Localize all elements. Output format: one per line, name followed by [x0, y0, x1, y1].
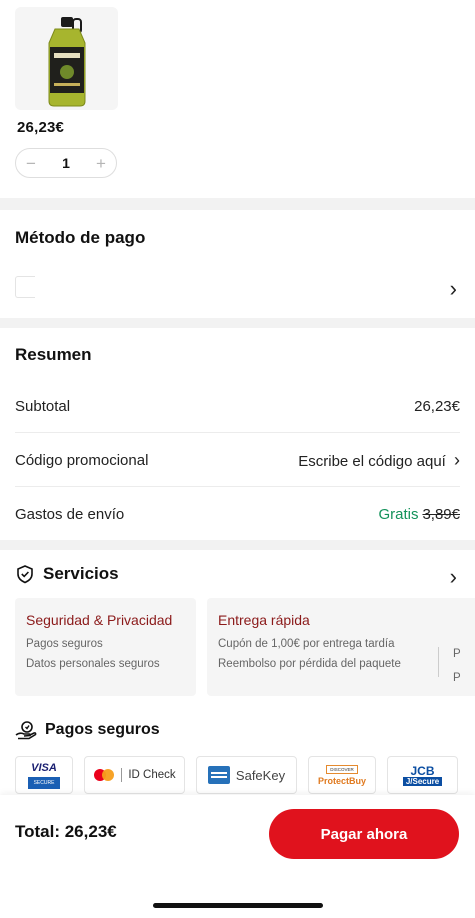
visa-logo-text: VISA	[31, 761, 57, 774]
services-title: Servicios	[43, 564, 119, 583]
quantity-stepper[interactable]: − 1 +	[15, 148, 117, 178]
mastercard-icon	[94, 769, 115, 781]
subtotal-label: Subtotal	[15, 397, 71, 415]
protectbuy-text: ProtectBuy	[317, 775, 366, 786]
visa-secure-badge: VISA SECURE	[15, 756, 73, 794]
visa-secure-text: SECURE	[27, 776, 61, 789]
jcb-jsecure-badge: JCB J/Secure	[387, 756, 458, 794]
section-divider	[0, 318, 475, 328]
amex-icon	[207, 766, 230, 784]
payment-method-selector[interactable]: ›	[0, 266, 475, 308]
chevron-right-icon: ›	[449, 276, 457, 301]
shield-check-icon	[17, 565, 33, 584]
plus-icon[interactable]: +	[96, 155, 106, 172]
card-separator	[438, 647, 439, 677]
jcb-logo-text: JCB	[410, 763, 435, 778]
service-card-title: Entrega rápida	[218, 612, 310, 628]
promo-value: Escribe el código aquí	[298, 452, 446, 470]
section-divider	[0, 540, 475, 550]
services-header[interactable]: Servicios	[15, 564, 119, 584]
shipping-label: Gastos de envío	[15, 505, 125, 523]
shipping-value: Gratis 3,89€	[378, 506, 460, 523]
order-total: Total: 26,23€	[15, 822, 117, 841]
jsecure-text: J/Secure	[402, 776, 443, 786]
service-card-line: Pagos seguros	[26, 638, 103, 650]
promo-label: Código promocional	[15, 451, 149, 469]
payment-method-title: Método de pago	[15, 228, 146, 247]
section-divider	[0, 198, 475, 210]
promo-code-row[interactable]: Código promocional Escribe el código aqu…	[15, 434, 460, 486]
product-image[interactable]	[15, 7, 118, 110]
service-card-line: Datos personales seguros	[26, 658, 160, 670]
product-price: 26,23€	[17, 119, 65, 136]
shipping-row: Gastos de envío Gratis 3,89€	[15, 488, 460, 540]
shipping-old-price: 3,89€	[422, 505, 460, 523]
service-card-line: Cupón de 1,00€ por entrega tardía	[218, 638, 395, 650]
badge-divider	[121, 768, 123, 782]
safekey-text: SafeKey	[235, 767, 286, 783]
summary-title: Resumen	[15, 345, 92, 364]
service-card-title: Seguridad & Privacidad	[26, 612, 173, 628]
promo-input-link[interactable]: Escribe el código aquí ›	[298, 450, 460, 471]
product-section: 26,23€ − 1 +	[0, 0, 475, 198]
olive-oil-bottle-icon	[48, 17, 86, 107]
card-icon	[15, 276, 35, 298]
discover-logo-text: DISCOVER	[326, 764, 358, 774]
checkout-bar: Total: 26,23€ Pagar ahora	[0, 795, 475, 918]
row-divider	[15, 432, 460, 433]
secure-payment-icon	[15, 721, 37, 740]
discover-protectbuy-badge: DISCOVER ProtectBuy	[308, 756, 376, 794]
quantity-value[interactable]: 1	[62, 155, 70, 171]
subtotal-value: 26,23€	[414, 397, 460, 415]
minus-icon[interactable]: −	[26, 155, 36, 172]
mastercard-idcheck-badge: ID Check	[84, 756, 185, 794]
amex-safekey-badge: SafeKey	[196, 756, 297, 794]
home-indicator[interactable]	[153, 903, 323, 908]
pay-now-button[interactable]: Pagar ahora	[269, 809, 459, 859]
secure-payments-header: Pagos seguros	[15, 720, 160, 740]
service-card-delivery[interactable]: Entrega rápida Cupón de 1,00€ por entreg…	[207, 598, 475, 696]
shipping-free: Gratis	[378, 505, 419, 523]
idcheck-text: ID Check	[128, 769, 176, 781]
row-divider	[15, 486, 460, 487]
chevron-right-icon[interactable]: ›	[450, 564, 457, 590]
chevron-right-icon: ›	[454, 449, 460, 470]
service-card-line: Reembolso por pérdida del paquete	[218, 658, 401, 670]
subtotal-row: Subtotal 26,23€	[15, 380, 460, 432]
next-card-peek: PP	[453, 648, 461, 684]
secure-payments-title: Pagos seguros	[45, 721, 160, 738]
service-card-security[interactable]: Seguridad & Privacidad Pagos seguros Dat…	[15, 598, 196, 696]
